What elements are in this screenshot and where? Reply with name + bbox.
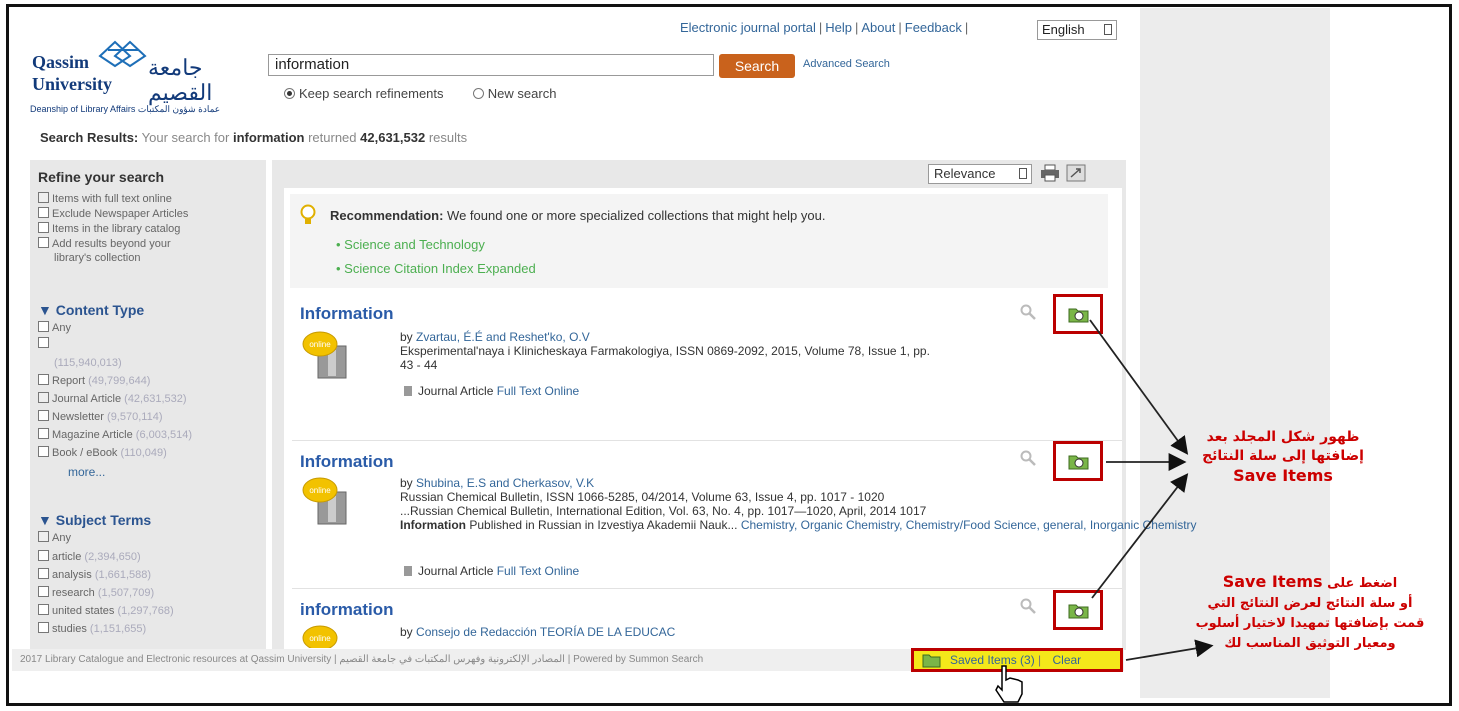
annotation-line: ظهور شكل المجلد بعد <box>1206 429 1360 445</box>
annotation-line: قمت بإضافتها تمهيدا لاختيار أسلوب <box>1195 616 1425 631</box>
annotation-folder-appears: ظهور شكل المجلد بعد إضافتها إلى سلة النت… <box>1188 428 1378 485</box>
annotation-line: إضافتها إلى سلة النتائج <box>1202 448 1364 464</box>
annotation-line: ومعيار التوثيق المناسب لك <box>1224 636 1396 651</box>
annotation-line: اضغط على <box>1327 576 1398 591</box>
annotation-line: أو سلة النتائج لعرض النتائج التي <box>1207 596 1413 611</box>
annotation-line: Save Items <box>1233 466 1333 485</box>
annotation-line: Save Items <box>1222 572 1323 591</box>
annotation-click-save: Save Items اضغط على أو سلة النتائج لعرض … <box>1176 572 1444 654</box>
